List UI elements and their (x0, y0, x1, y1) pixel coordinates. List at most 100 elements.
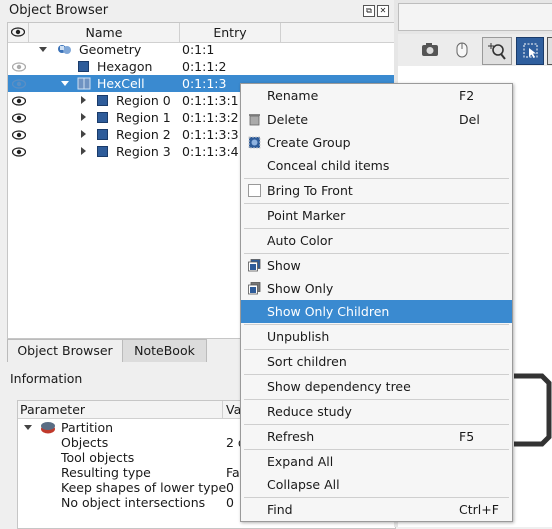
checkbox-icon[interactable] (248, 184, 261, 197)
menu-item-point-marker[interactable]: Point Marker (241, 204, 512, 227)
menu-item-conceal-child-items[interactable]: Conceal child items (241, 154, 512, 177)
tree-item-name: Region 3 (116, 144, 171, 159)
tab-notebook[interactable]: NoteBook (122, 339, 207, 362)
tree-item-entry: 0:1:1:3 (182, 76, 227, 91)
tree-row-geometry[interactable]: Geometry 0:1:1 (8, 41, 395, 58)
tree-item-entry: 0:1:1:3:3 (182, 127, 239, 142)
menu-item-label: Refresh (267, 429, 315, 444)
tree-item-name: Geometry (79, 42, 142, 57)
menu-item-auto-color[interactable]: Auto Color (241, 229, 512, 252)
fit-area-button[interactable] (482, 37, 512, 65)
parameter-value: Fa (226, 465, 240, 480)
menu-item-label: Collapse All (267, 477, 340, 492)
select-cursor-icon (523, 43, 538, 58)
close-dock-button[interactable]: ✕ (377, 5, 389, 17)
menu-item-bring-to-front[interactable]: Bring To Front (241, 179, 512, 202)
parameter-name: Objects (61, 435, 109, 450)
visibility-icon[interactable] (12, 96, 26, 106)
expand-arrow-icon[interactable] (61, 81, 69, 86)
menu-item-show-dependency-tree[interactable]: Show dependency tree (241, 375, 512, 398)
menu-item-show-only-children[interactable]: Show Only Children (241, 300, 512, 323)
tree-item-name: Region 1 (116, 110, 171, 125)
mouse-icon[interactable] (454, 41, 470, 59)
tree-item-entry: 0:1:1:2 (182, 59, 227, 74)
toolbar-overflow-button[interactable] (547, 37, 552, 65)
expand-arrow-icon[interactable] (39, 47, 47, 52)
menu-item-delete[interactable]: Delete Del (241, 108, 512, 131)
partition-operation-icon (41, 422, 55, 434)
name-column-header[interactable]: Name (29, 23, 180, 42)
select-button[interactable] (516, 37, 544, 65)
tree-header: Name Entry (8, 23, 395, 43)
menu-item-reduce-study[interactable]: Reduce study (241, 400, 512, 423)
menu-item-unpublish[interactable]: Unpublish (241, 325, 512, 348)
collapse-arrow-icon[interactable] (81, 130, 86, 138)
menu-item-label: Rename (267, 88, 319, 103)
menu-item-create-group[interactable]: Create Group (241, 131, 512, 154)
visibility-icon[interactable] (12, 113, 26, 123)
dock-title: Object Browser (9, 3, 109, 18)
menu-item-label: Sort children (267, 354, 347, 369)
menu-item-shortcut: Ctrl+F (459, 502, 499, 517)
menu-item-label: Bring To Front (267, 183, 353, 198)
float-dock-button[interactable]: ⧉ (363, 5, 375, 17)
column-divider (222, 401, 223, 418)
menu-item-collapse-all[interactable]: Collapse All (241, 473, 512, 496)
menu-item-shortcut: F2 (459, 88, 475, 103)
trash-icon (249, 114, 260, 126)
menu-item-label: Show Only Children (267, 304, 390, 319)
parameter-name: Resulting type (61, 465, 151, 480)
menu-item-refresh[interactable]: Refresh F5 (241, 425, 512, 448)
menu-item-label: Show dependency tree (267, 379, 411, 394)
visibility-icon[interactable] (12, 147, 26, 157)
partition-icon (77, 77, 91, 90)
value-column-header[interactable]: Va (226, 402, 241, 417)
tree-row-hexagon[interactable]: Hexagon 0:1:1:2 (8, 58, 395, 75)
group-icon (248, 136, 261, 149)
group-label: Partition (61, 420, 114, 435)
tree-item-entry: 0:1:1:3:2 (182, 110, 239, 125)
hexagon-shape-icon (514, 373, 552, 447)
menu-item-label: Unpublish (267, 329, 330, 344)
tree-item-name: HexCell (97, 76, 145, 91)
entry-column-header[interactable]: Entry (180, 23, 281, 42)
tree-item-name: Region 2 (116, 127, 171, 142)
parameter-name: Tool objects (61, 450, 135, 465)
tree-item-entry: 0:1:1:3:1 (182, 93, 239, 108)
geometry-icon (58, 45, 71, 54)
tree-item-name: Hexagon (97, 59, 153, 74)
menu-item-label: Create Group (267, 135, 351, 150)
menu-item-shortcut: F5 (459, 429, 475, 444)
visibility-column-header[interactable] (8, 23, 29, 42)
camera-icon[interactable] (420, 41, 440, 59)
expand-arrow-icon[interactable] (24, 425, 32, 430)
menu-item-label: Expand All (267, 454, 334, 469)
visibility-off-icon[interactable] (12, 62, 26, 72)
parameter-name: Keep shapes of lower type (61, 480, 227, 495)
menu-item-sort-children[interactable]: Sort children (241, 350, 512, 373)
menu-item-show-only[interactable]: Show Only (241, 277, 512, 300)
shape-icon (97, 146, 108, 157)
visibility-icon[interactable] (12, 130, 26, 140)
menu-item-find[interactable]: Find Ctrl+F (241, 498, 512, 521)
show-only-icon (248, 282, 261, 295)
parameter-column-header[interactable]: Parameter (20, 402, 85, 417)
context-menu: Rename F2 Delete Del Create Group Concea… (240, 83, 513, 522)
viewer-toolbar (398, 34, 552, 67)
menu-item-expand-all[interactable]: Expand All (241, 450, 512, 473)
collapse-arrow-icon[interactable] (81, 96, 86, 104)
menu-item-label: Find (267, 502, 293, 517)
menu-item-show[interactable]: Show (241, 254, 512, 277)
menu-item-label: Delete (267, 112, 309, 127)
menu-item-rename[interactable]: Rename F2 (241, 84, 512, 107)
collapse-arrow-icon[interactable] (81, 113, 86, 121)
menu-item-label: Show (267, 258, 301, 273)
tab-object-browser[interactable]: Object Browser (7, 339, 123, 362)
shape-icon (97, 129, 108, 140)
visibility-icon[interactable] (12, 79, 26, 89)
tree-item-entry: 0:1:1:3:4 (182, 144, 239, 159)
menu-item-label: Reduce study (267, 404, 352, 419)
parameter-value: 0 (226, 480, 234, 495)
menu-item-label: Point Marker (267, 208, 346, 223)
collapse-arrow-icon[interactable] (81, 147, 86, 155)
